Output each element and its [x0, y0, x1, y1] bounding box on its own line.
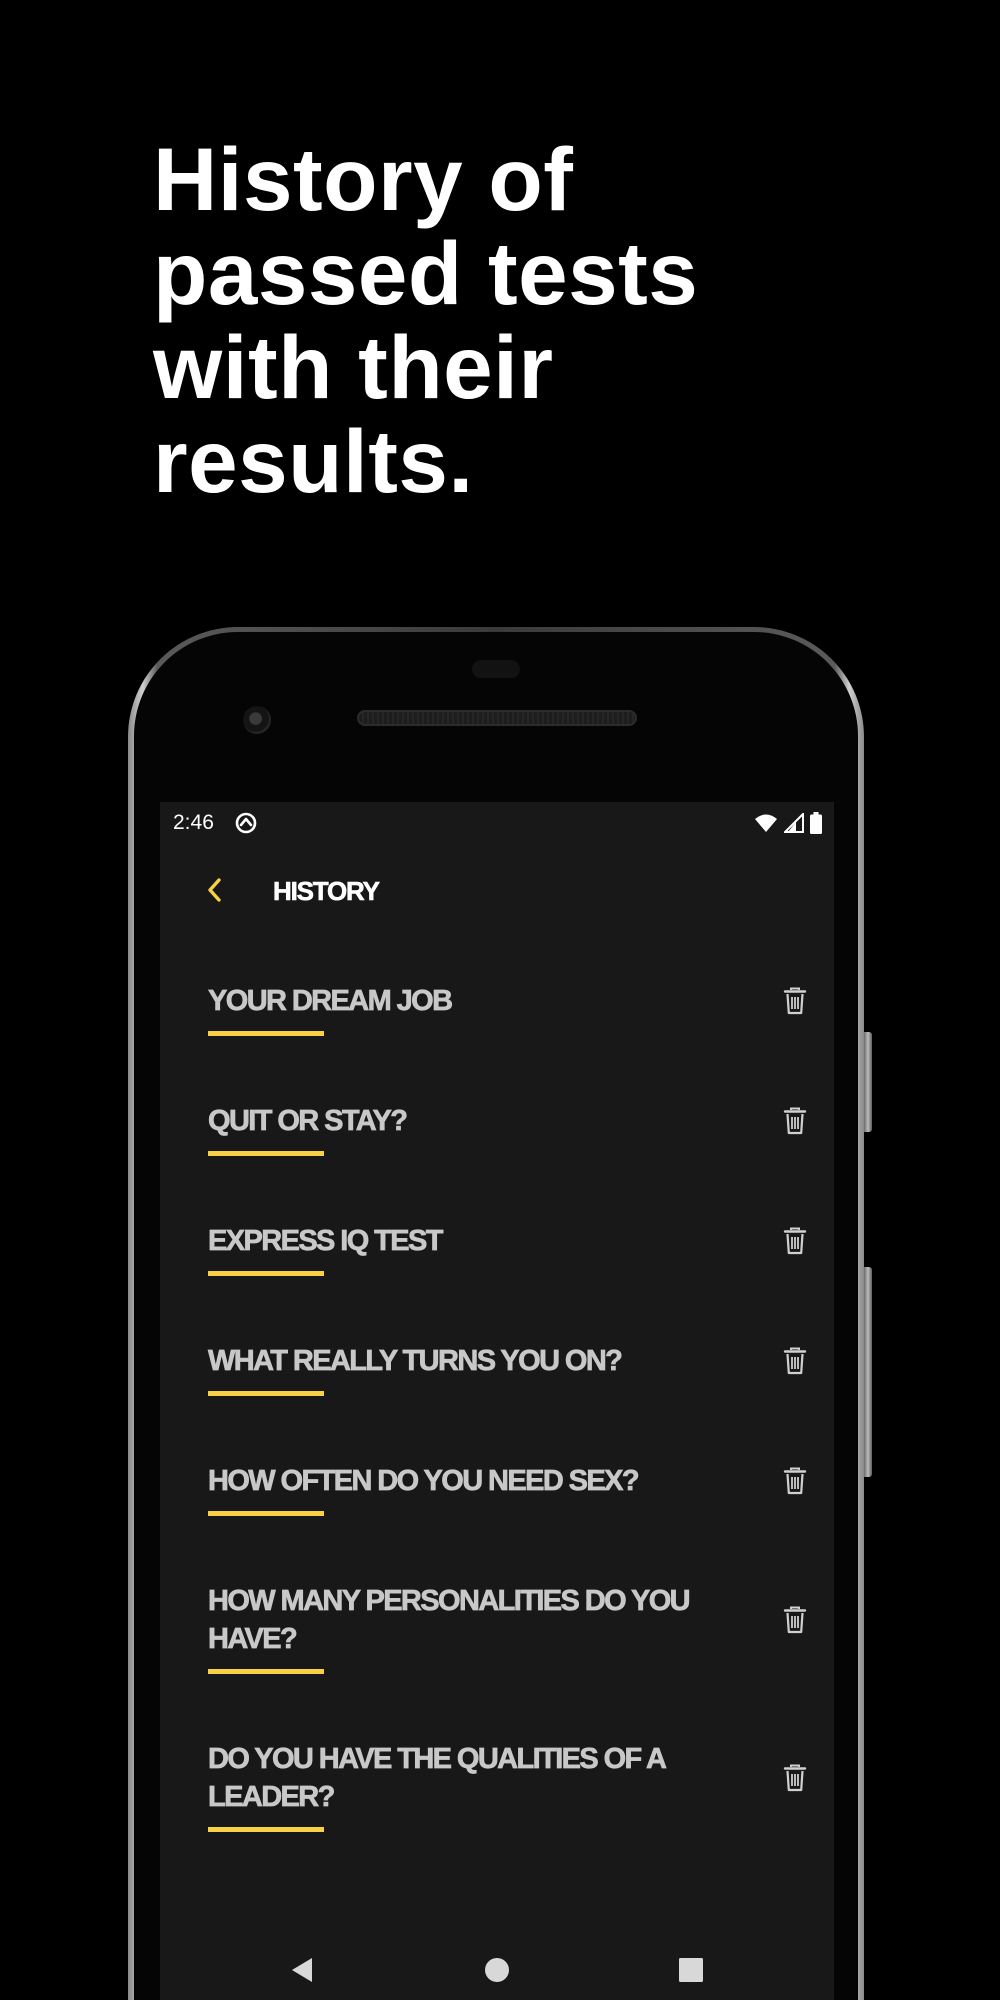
history-item-underline	[208, 1511, 324, 1516]
delete-button[interactable]	[778, 1344, 812, 1378]
history-item-title: HOW OFTEN DO YOU NEED SEX?	[208, 1465, 640, 1498]
proximity-sensor	[472, 660, 520, 678]
back-triangle-icon	[292, 1958, 312, 1982]
status-bar: 2:46	[160, 802, 834, 844]
delete-button[interactable]	[778, 1224, 812, 1258]
history-item-title: EXPRESS IQ TEST	[208, 1225, 444, 1258]
chevron-left-icon	[208, 878, 221, 902]
history-item-underline	[208, 1271, 324, 1276]
trash-icon	[783, 1347, 807, 1375]
history-item-express-iq-test[interactable]: EXPRESS IQ TEST	[160, 1210, 834, 1320]
app-notification-icon	[235, 812, 257, 834]
history-item-underline	[208, 1669, 324, 1674]
history-item-underline	[208, 1151, 324, 1156]
history-item-title: YOUR DREAM JOB	[208, 985, 454, 1018]
trash-icon	[783, 987, 807, 1015]
promo-headline: History of passed tests with their resul…	[153, 132, 873, 508]
trash-icon	[783, 1606, 807, 1634]
history-item-title: DO YOU HAVE THE QUALITIES OF A LEADER?	[208, 1743, 667, 1814]
power-button	[864, 1032, 872, 1132]
status-time: 2:46	[173, 811, 214, 834]
status-icons	[754, 812, 822, 834]
trash-icon	[783, 1227, 807, 1255]
headline-line-4: results.	[153, 411, 474, 511]
delete-button[interactable]	[778, 1464, 812, 1498]
battery-icon	[810, 812, 822, 834]
system-nav-bar	[160, 1940, 834, 2000]
headline-line-1: History of	[153, 129, 574, 229]
front-camera	[243, 706, 271, 734]
toolbar: HISTORY	[160, 862, 834, 918]
history-item-underline	[208, 1827, 324, 1832]
nav-home-button[interactable]	[475, 1948, 519, 1992]
cellular-signal-icon	[784, 813, 804, 833]
page-title: HISTORY	[273, 876, 381, 907]
headline-line-3: with their	[153, 317, 554, 417]
history-item-what-really-turns-you-on[interactable]: WHAT REALLY TURNS YOU ON?	[160, 1330, 834, 1440]
headline-line-2: passed tests	[153, 223, 699, 323]
volume-button	[864, 1267, 872, 1477]
nav-back-button[interactable]	[280, 1948, 324, 1992]
history-item-qualities-of-a-leader[interactable]: DO YOU HAVE THE QUALITIES OF A LEADER?	[160, 1728, 834, 1878]
trash-icon	[783, 1467, 807, 1495]
delete-button[interactable]	[778, 1761, 812, 1795]
history-item-how-many-personalities[interactable]: HOW MANY PERSONALITIES DO YOU HAVE?	[160, 1570, 834, 1720]
history-item-quit-or-stay[interactable]: QUIT OR STAY?	[160, 1090, 834, 1200]
delete-button[interactable]	[778, 984, 812, 1018]
recents-square-icon	[679, 1958, 703, 1982]
history-item-title: QUIT OR STAY?	[208, 1105, 409, 1138]
history-item-underline	[208, 1391, 324, 1396]
trash-icon	[783, 1107, 807, 1135]
delete-button[interactable]	[778, 1603, 812, 1637]
trash-icon	[783, 1764, 807, 1792]
history-item-title: HOW MANY PERSONALITIES DO YOU HAVE?	[208, 1585, 691, 1656]
back-button[interactable]	[194, 870, 234, 910]
earpiece-speaker	[357, 710, 637, 726]
history-item-title: WHAT REALLY TURNS YOU ON?	[208, 1345, 624, 1378]
history-item-underline	[208, 1031, 324, 1036]
wifi-icon	[755, 814, 777, 832]
history-item-how-often-do-you-need-sex[interactable]: HOW OFTEN DO YOU NEED SEX?	[160, 1450, 834, 1560]
delete-button[interactable]	[778, 1104, 812, 1138]
home-circle-icon	[485, 1958, 509, 1982]
nav-recents-button[interactable]	[669, 1948, 713, 1992]
history-item-your-dream-job[interactable]: YOUR DREAM JOB	[160, 970, 834, 1080]
app-screen: 2:46 HISTORY YOUR DREAM JOB QUIT OR STAY…	[160, 802, 834, 2000]
